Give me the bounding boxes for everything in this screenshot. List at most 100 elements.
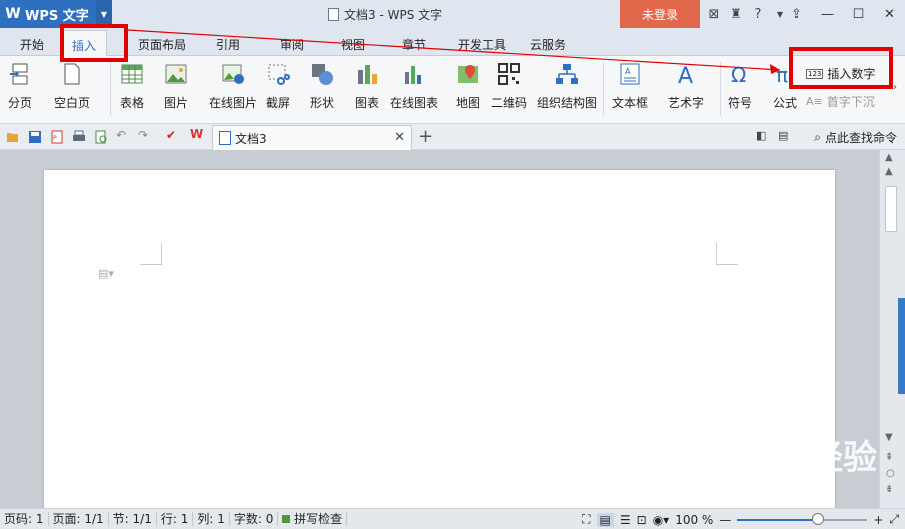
online-chart-button[interactable]: 在线图表 [390,62,438,111]
page-view-icon[interactable]: ▤ [596,512,614,527]
svg-text:Ω: Ω [731,63,746,86]
zoom-slider-fill [737,518,818,521]
maximize-button[interactable]: ☐ [843,0,874,28]
tab-home[interactable]: 开始 [20,36,44,53]
fit-page-icon[interactable]: ⤢ [889,512,899,527]
drop-cap-label: 首字下沉 [826,95,875,109]
window-title: 文档3 - WPS 文字 [328,6,442,23]
map-label: 地图 [456,96,481,110]
blank-page-button[interactable]: 空白页 [54,62,90,111]
tab-review[interactable]: 审阅 [280,36,304,53]
chart-button[interactable]: 图表 [355,62,379,111]
page-break-button[interactable]: 分页 [8,62,32,111]
online-chart-label: 在线图表 [390,96,439,110]
wordart-icon: A [678,64,693,86]
tab-references[interactable]: 引用 [216,36,240,53]
zoom-out-icon[interactable]: — [719,513,731,527]
textbox-button[interactable]: A 文本框 [612,62,648,111]
textbox-icon: A [620,63,640,85]
tab-page-layout[interactable]: 页面布局 [138,36,186,53]
shapes-icon [312,64,333,85]
help-button[interactable]: ? [749,7,767,22]
pdf-icon[interactable]: P [50,130,64,144]
toolbar-option-icon[interactable]: ◧ [756,129,766,142]
baidu-watermark-url: jingyan.baidu.com [712,486,823,500]
next-page-icon[interactable]: ⇟ [885,484,893,495]
side-panel-toggle[interactable] [898,298,905,394]
highlight-box-insert-number [789,47,893,89]
status-bar: 页码: 1 页面: 1/1 节: 1/1 行: 1 列: 1 字数: 0 拼写检… [0,508,905,529]
new-tab-icon[interactable]: + [418,126,433,147]
tab-chapter[interactable]: 章节 [402,36,426,53]
screenshot-button[interactable]: 截屏 [266,62,290,111]
shapes-button[interactable]: 形状 [310,62,334,111]
org-chart-button[interactable]: 组织结构图 [537,62,597,111]
paragraph-layout-icon[interactable]: ▤▾ [98,267,114,280]
open-folder-icon[interactable] [6,130,20,144]
scroll-up-arrow-icon[interactable]: ▲ [885,152,893,163]
select-browse-object-icon[interactable]: ○ [886,468,895,479]
web-view-icon[interactable]: ⊡ [637,513,647,527]
table-icon [121,64,143,84]
online-chart-icon [405,66,421,84]
ribbon-scroll-right-icon[interactable]: › [893,82,897,93]
window-title-text: 文档3 - WPS 文字 [344,8,443,22]
page-break-icon [10,63,28,85]
skin-icon[interactable]: ⊠ [705,7,723,22]
zoom-in-icon[interactable]: + [873,513,883,527]
login-button[interactable]: 未登录 [620,0,700,28]
status-section: 节: 1/1 [109,512,157,526]
map-button[interactable]: 地图 [456,62,480,111]
symbol-button[interactable]: Ω 符号 [728,62,752,111]
document-icon [328,8,339,21]
eye-protection-icon[interactable]: ◉▾ [653,513,670,527]
zoom-slider-knob[interactable] [811,512,824,525]
online-picture-icon [222,64,244,84]
close-button[interactable]: ✕ [874,0,905,28]
print-preview-icon[interactable] [94,130,108,144]
document-tab[interactable]: 文档3 ✕ [212,125,412,150]
symbol-label: 符号 [728,96,753,110]
redo-icon[interactable]: ↷ [138,128,152,142]
scroll-down-arrow-icon[interactable]: ▼ [885,432,893,443]
online-picture-button[interactable]: 在线图片 [209,62,257,111]
zoom-slider[interactable] [737,512,868,525]
upload-icon[interactable]: ⇪ [781,0,812,28]
fullscreen-view-icon[interactable]: ⛶ [582,512,590,527]
spell-check-toggle[interactable]: 拼写检查 [278,512,348,526]
close-tab-icon[interactable]: ✕ [394,130,405,145]
wordart-button[interactable]: A 艺术字 [668,62,704,111]
find-command-search[interactable]: ⌕ 点此查找命令 [814,129,897,146]
tab-view[interactable]: 视图 [341,36,365,53]
table-label: 表格 [120,96,145,110]
table-button[interactable]: 表格 [120,62,144,111]
undo-icon[interactable]: ↶ [116,128,130,142]
scroll-thumb[interactable] [885,186,897,232]
qrcode-button[interactable]: 二维码 [491,62,527,111]
prev-page-icon[interactable]: ⇞ [885,452,893,463]
page-break-label: 分页 [8,96,33,110]
outline-view-icon[interactable]: ☰ [620,513,631,527]
toolbar-display-icon[interactable]: ▤ [778,129,788,142]
shirt-icon[interactable]: ♜ [727,7,745,22]
drop-cap-button[interactable]: A≡ 首字下沉 [806,93,875,110]
tab-developer[interactable]: 开发工具 [458,36,506,53]
scroll-up-arrow-icon[interactable]: ▲ [885,166,893,177]
ribbon-insert: 分页 空白页 表格 图片 在线图片 截屏 形状 图表 在线图表 地图 二维码 组… [0,56,905,124]
picture-button[interactable]: 图片 [164,62,188,111]
status-word-count[interactable]: 字数: 0 [230,512,279,526]
minimize-button[interactable]: — [812,0,843,28]
zoom-value[interactable]: 100 % [675,513,713,527]
tab-cloud[interactable]: 云服务 [530,36,566,53]
formula-label: 公式 [773,96,798,110]
document-tab-label: 文档3 [235,131,267,146]
wps-w-icon[interactable]: W [190,127,204,141]
print-icon[interactable] [72,130,86,144]
drop-cap-icon: A≡ [806,95,823,108]
svg-text:A: A [625,67,631,76]
status-page-number: 页码: 1 [0,512,49,526]
save-icon[interactable] [28,130,42,144]
title-bar: W WPS 文字 ▼ 文档3 - WPS 文字 未登录 ⊠ ♜ ? ▼ ⇪ — … [0,0,905,28]
customize-icon[interactable]: ✔ [166,128,180,142]
highlight-box-insert-tab [60,24,128,62]
